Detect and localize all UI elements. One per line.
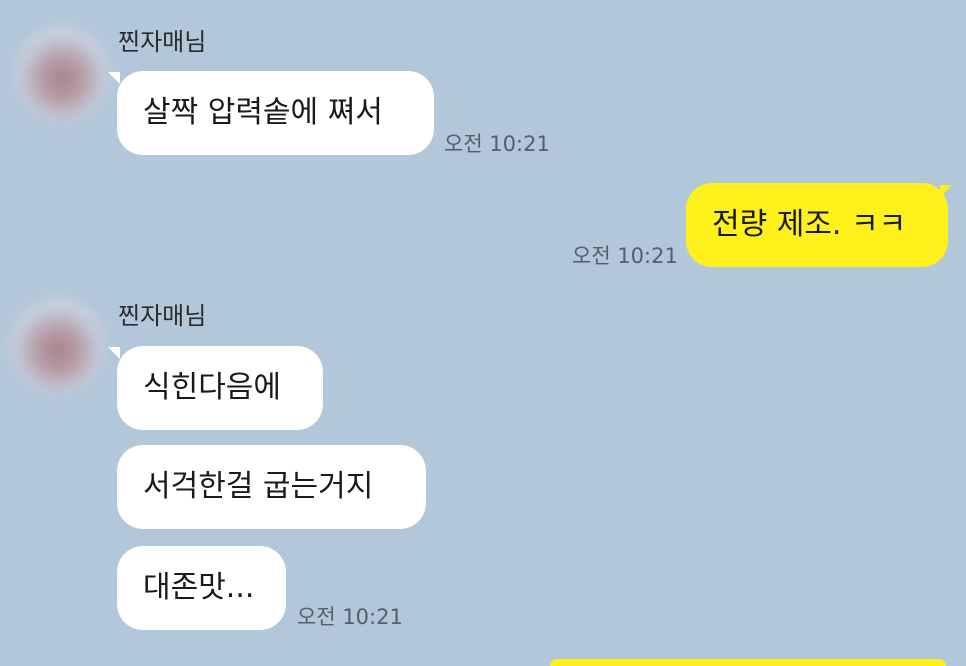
incoming-message-bubble[interactable]: 살짝 압력솥에 쪄서: [117, 71, 434, 155]
incoming-message-bubble[interactable]: 서걱한걸 굽는거지: [117, 445, 426, 529]
bubble-tail: [940, 185, 952, 197]
sender-name: 찐자매님: [118, 28, 207, 56]
bubble-tail: [108, 72, 120, 84]
message-timestamp: 오전 10:21: [297, 605, 403, 629]
message-text: 전량 제조. ㅋㅋ: [712, 207, 907, 242]
sender-name: 찐자매님: [118, 302, 207, 330]
bubble-tail: [108, 347, 120, 359]
message-text: 서걱한걸 굽는거지: [143, 469, 374, 504]
message-text: 식힌다음에: [143, 370, 281, 405]
sender-avatar[interactable]: [14, 26, 110, 122]
message-timestamp: 오전 10:21: [444, 132, 550, 156]
incoming-message-bubble[interactable]: 식힌다음에: [117, 346, 323, 430]
message-text: 살짝 압력솥에 쪄서: [143, 95, 383, 130]
outgoing-message-bubble[interactable]: 전량 제조. ㅋㅋ: [686, 183, 948, 267]
message-timestamp: 오전 10:21: [572, 244, 678, 268]
incoming-message-bubble[interactable]: 대존맛...: [117, 546, 286, 630]
message-text: 대존맛...: [143, 570, 255, 605]
outgoing-message-bubble-partial[interactable]: [550, 659, 946, 666]
sender-avatar[interactable]: [10, 298, 106, 394]
